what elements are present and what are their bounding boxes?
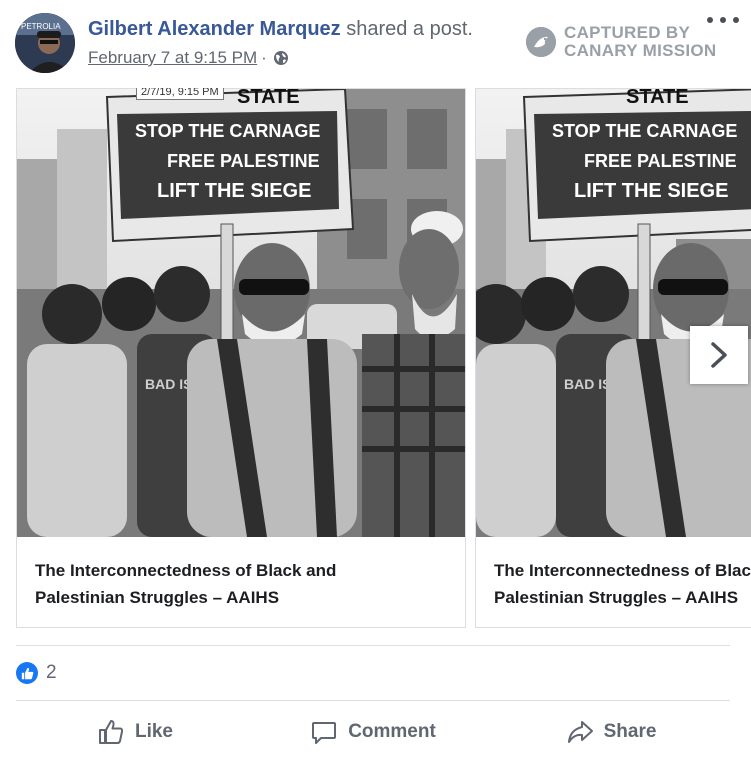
comment-button[interactable]: Comment xyxy=(254,708,492,756)
dot-icon xyxy=(707,17,713,23)
canary-mission-watermark: CAPTURED BY CANARY MISSION xyxy=(526,22,717,62)
card-caption[interactable]: The Interconnectedness of Black and Pale… xyxy=(35,557,445,611)
carousel-card[interactable]: STATE STOP THE CARNAGE FREE PALESTINE LI… xyxy=(16,88,466,628)
like-button-label: Like xyxy=(134,721,174,742)
dot-icon xyxy=(733,17,739,23)
post-timestamp-link[interactable]: February 7 at 9:15 PM xyxy=(88,48,257,68)
share-icon xyxy=(567,721,593,743)
like-count[interactable]: 2 xyxy=(46,662,57,684)
more-options-button[interactable] xyxy=(707,10,739,30)
sign-top-text: STATE xyxy=(626,89,689,108)
sign-line-3: LIFT THE SIEGE xyxy=(574,180,728,202)
watermark-line-2: CANARY MISSION xyxy=(564,41,717,60)
like-button[interactable]: Like xyxy=(16,708,254,756)
sign-line-2: FREE PALESTINE xyxy=(584,151,737,171)
chevron-right-icon xyxy=(711,342,727,368)
caption-line-1: The Interconnectedness of Black and xyxy=(35,561,337,580)
watermark-text: CAPTURED BY CANARY MISSION xyxy=(564,24,717,60)
avatar[interactable]: PETROLIA xyxy=(15,13,75,73)
sign-line-3: LIFT THE SIEGE xyxy=(157,180,311,202)
card-photo: STATE STOP THE CARNAGE FREE PALESTINE LI… xyxy=(17,89,465,537)
meta-separator: · xyxy=(261,48,267,67)
caption-line-1: The Interconnectedness of Black and xyxy=(494,561,751,580)
sign-line-2: FREE PALESTINE xyxy=(167,151,320,171)
card-caption[interactable]: The Interconnectedness of Black and Pale… xyxy=(494,557,751,611)
thumbs-up-icon xyxy=(98,720,124,744)
share-button[interactable]: Share xyxy=(492,708,730,756)
reactions-summary[interactable]: 2 xyxy=(16,660,57,686)
avatar-badge-text: PETROLIA xyxy=(21,22,61,31)
carousel-next-button[interactable] xyxy=(690,326,748,384)
sign-line-1: STOP THE CARNAGE xyxy=(135,121,320,141)
capture-date-stamp: 2/7/19, 9:15 PM xyxy=(136,88,224,100)
comment-button-label: Comment xyxy=(348,721,436,742)
divider xyxy=(16,700,730,701)
canary-logo-icon xyxy=(526,27,556,57)
share-button-label: Share xyxy=(603,721,657,742)
post-meta-line: February 7 at 9:15 PM · xyxy=(88,48,289,68)
card-photo: STATE STOP THE CARNAGE FREE PALESTINE LI… xyxy=(476,89,751,537)
post-author-line: Gilbert Alexander Marquez shared a post. xyxy=(88,18,473,41)
dot-icon xyxy=(720,17,726,23)
sign-line-1: STOP THE CARNAGE xyxy=(552,121,737,141)
watermark-line-1: CAPTURED BY xyxy=(564,23,691,42)
caption-line-2: Palestinian Struggles – AAIHS xyxy=(494,588,739,607)
comment-icon xyxy=(312,722,337,744)
link-carousel: STATE STOP THE CARNAGE FREE PALESTINE LI… xyxy=(16,88,751,628)
shared-post-text: shared a post. xyxy=(346,18,473,40)
divider xyxy=(16,645,730,646)
avatar-photo: PETROLIA xyxy=(15,13,75,73)
author-name-link[interactable]: Gilbert Alexander Marquez xyxy=(88,18,341,40)
sign-top-text: STATE xyxy=(237,89,300,108)
post-actions-bar: Like Comment Share xyxy=(16,708,730,756)
facebook-post: PETROLIA Gilbert Alexander Marquez share… xyxy=(0,0,751,766)
thumbs-up-icon xyxy=(16,662,38,684)
caption-line-2: Palestinian Struggles – AAIHS xyxy=(35,588,280,607)
globe-icon[interactable] xyxy=(273,50,289,66)
